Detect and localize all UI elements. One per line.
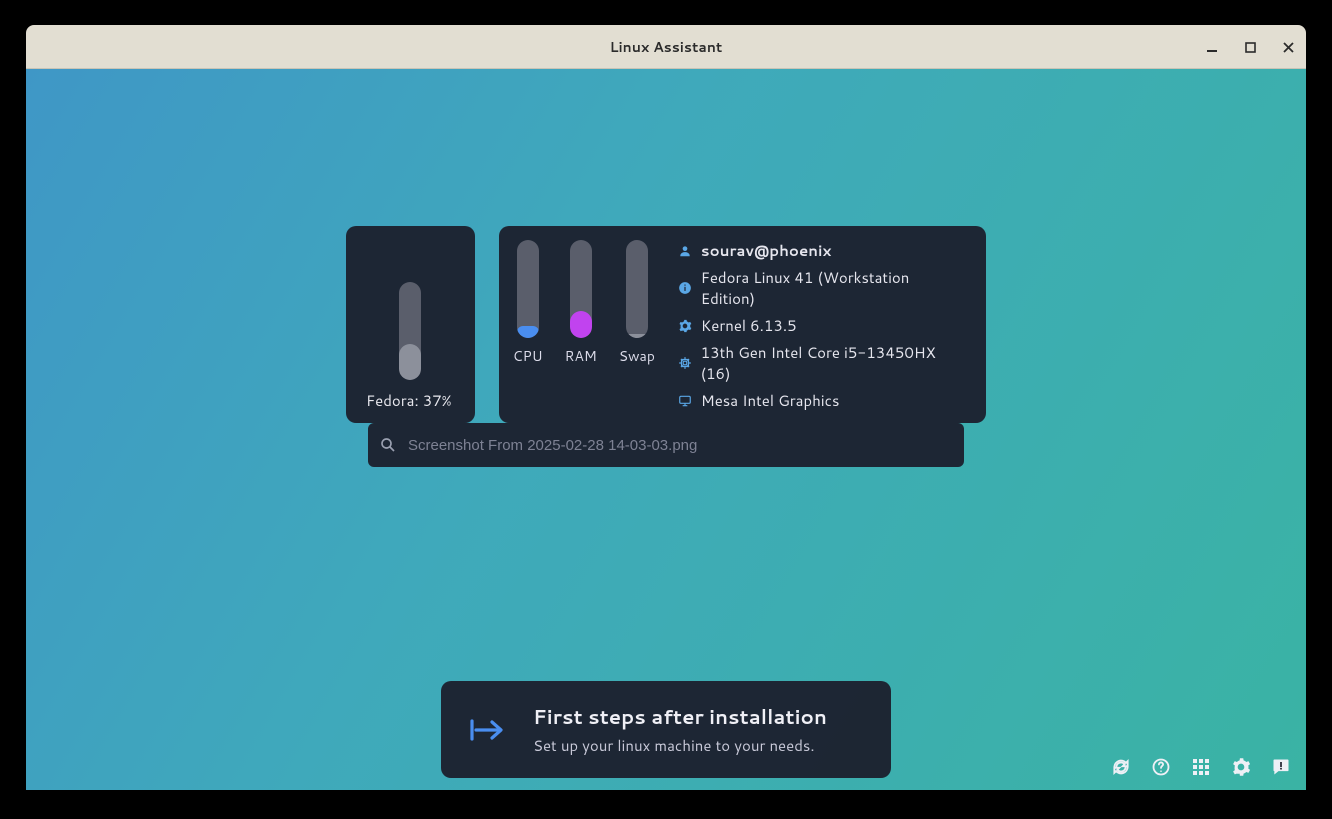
sysinfo-gpu-text: Mesa Intel Graphics	[701, 390, 840, 411]
ram-col: RAM	[565, 240, 597, 411]
settings-button[interactable]	[1230, 756, 1252, 778]
refresh-button[interactable]	[1110, 756, 1132, 778]
window-controls	[1202, 25, 1298, 69]
titlebar: Linux Assistant	[26, 25, 1306, 69]
sysinfo-user: sourav@phoenix	[677, 240, 964, 261]
swap-col: Swap	[619, 240, 655, 411]
ram-bar-track	[570, 240, 592, 338]
sysinfo-kernel-text: Kernel 6.13.5	[701, 315, 797, 336]
app-window: Linux Assistant Fedora: 37%	[26, 25, 1306, 790]
sysinfo-user-text: sourav@phoenix	[701, 240, 831, 261]
first-steps-text: First steps after installation Set up yo…	[533, 703, 827, 756]
sysinfo-kernel: Kernel 6.13.5	[677, 315, 964, 336]
maximize-icon	[1245, 42, 1256, 53]
cpu-icon	[677, 355, 693, 371]
swap-label: Swap	[619, 346, 655, 366]
resource-bars: CPU RAM Swap	[513, 240, 655, 411]
grid-icon	[1192, 758, 1210, 776]
ram-label: RAM	[565, 346, 597, 366]
cpu-bar-fill	[517, 326, 539, 338]
gear-icon	[1231, 757, 1251, 777]
maximize-button[interactable]	[1240, 37, 1260, 57]
sysinfo-os-text: Fedora Linux 41 (Workstation Edition)	[701, 267, 964, 309]
sysinfo-cpu-text: 13th Gen Intel Core i5-13450HX (16)	[701, 342, 964, 384]
disk-card[interactable]: Fedora: 37%	[346, 226, 475, 423]
cpu-label: CPU	[513, 346, 543, 366]
sysinfo-card[interactable]: CPU RAM Swap	[499, 226, 986, 423]
search-input[interactable]	[408, 437, 954, 454]
feedback-icon	[1271, 757, 1291, 777]
first-steps-subtitle: Set up your linux machine to your needs.	[533, 735, 827, 756]
refresh-icon	[1111, 757, 1131, 777]
first-steps-card[interactable]: First steps after installation Set up yo…	[441, 681, 891, 778]
info-icon	[677, 280, 693, 296]
arrow-right-icon	[465, 708, 509, 752]
first-steps-title: First steps after installation	[533, 703, 827, 731]
disk-bar-track	[399, 282, 421, 380]
sysinfo-os: Fedora Linux 41 (Workstation Edition)	[677, 267, 964, 309]
top-cards: Fedora: 37% CPU RAM	[346, 226, 986, 423]
swap-bar-track	[626, 240, 648, 338]
user-icon	[677, 243, 693, 259]
help-button[interactable]	[1150, 756, 1172, 778]
gear-icon	[677, 318, 693, 334]
bottom-toolbar	[1110, 756, 1292, 778]
cpu-bar-track	[517, 240, 539, 338]
sysinfo-gpu: Mesa Intel Graphics	[677, 390, 964, 411]
window-title: Linux Assistant	[610, 37, 723, 57]
search-icon	[378, 435, 398, 455]
minimize-icon	[1206, 41, 1218, 53]
cpu-col: CPU	[513, 240, 543, 411]
minimize-button[interactable]	[1202, 37, 1222, 57]
apps-grid-button[interactable]	[1190, 756, 1212, 778]
disk-bar-fill	[399, 344, 421, 380]
monitor-icon	[677, 393, 693, 409]
ram-bar-fill	[570, 311, 592, 338]
disk-label: Fedora: 37%	[360, 390, 452, 411]
help-icon	[1151, 757, 1171, 777]
app-body: Fedora: 37% CPU RAM	[26, 69, 1306, 790]
sysinfo-list: sourav@phoenix Fedora Linux 41 (Workstat…	[677, 240, 964, 411]
close-icon	[1283, 42, 1294, 53]
close-button[interactable]	[1278, 37, 1298, 57]
swap-bar-fill	[626, 334, 648, 338]
search-bar[interactable]	[368, 423, 964, 467]
feedback-button[interactable]	[1270, 756, 1292, 778]
sysinfo-cpu: 13th Gen Intel Core i5-13450HX (16)	[677, 342, 964, 384]
